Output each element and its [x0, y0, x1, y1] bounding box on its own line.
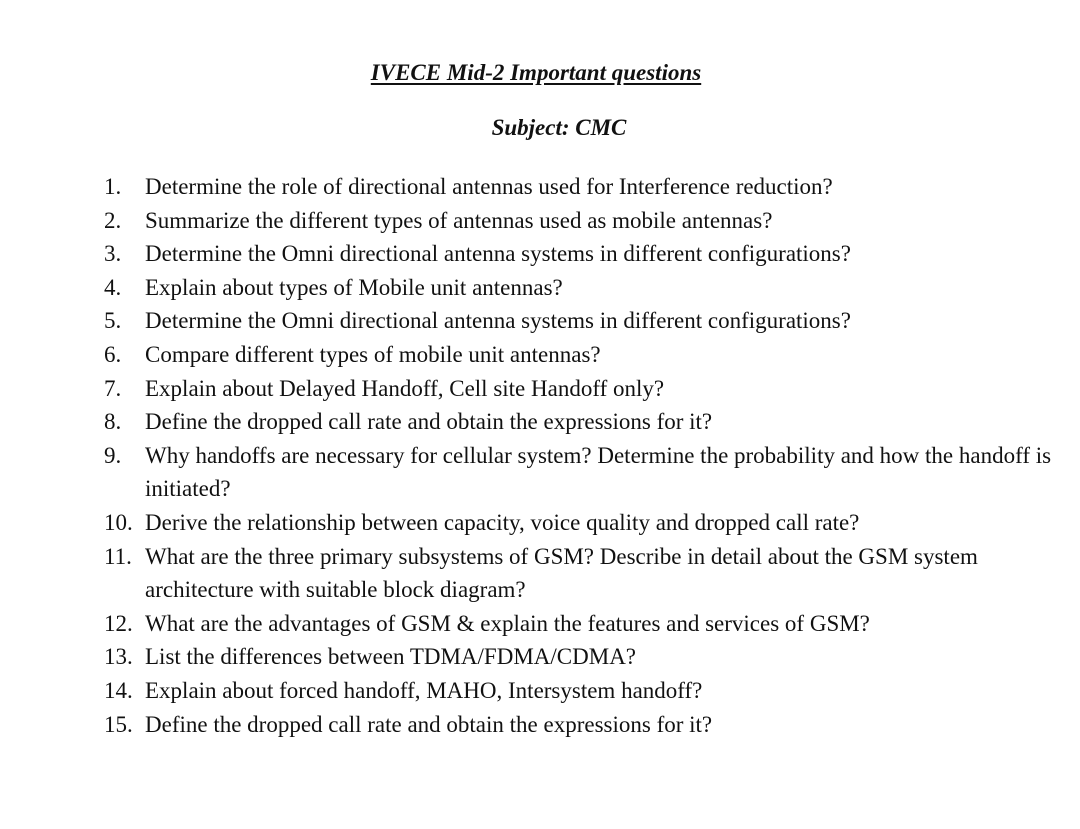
question-text: Determine the role of directional antenn…	[145, 174, 833, 199]
question-number: 15.	[104, 711, 133, 737]
question-item: 5. Determine the Omni directional antenn…	[104, 304, 1054, 338]
question-number: 9.	[104, 442, 122, 468]
question-item: 4. Explain about types of Mobile unit an…	[104, 271, 1054, 305]
question-text: Explain about types of Mobile unit anten…	[145, 274, 563, 300]
question-text: What are the advantages of GSM & explain…	[145, 610, 870, 636]
question-list: 1. Determine the role of directional ant…	[104, 170, 1054, 741]
question-text: Why handoffs are necessary for cellular …	[145, 442, 1052, 502]
question-number: 6.	[104, 341, 122, 367]
question-item: 10. Derive the relationship between capa…	[104, 506, 1054, 540]
question-text: Summarize the different types of antenna…	[145, 207, 773, 233]
question-text: List the differences between TDMA/FDMA/C…	[145, 644, 637, 670]
question-item: 6. Compare different types of mobile uni…	[104, 338, 1054, 372]
document-subject: Subject: CMC	[491, 115, 627, 140]
question-number: 3.	[104, 241, 122, 267]
question-item: 14. Explain about forced handoff, MAHO, …	[104, 674, 1054, 708]
question-number: 2.	[104, 207, 122, 233]
question-text: Determine the Omni directional antenna s…	[145, 241, 851, 267]
question-item: 13. List the differences between TDMA/FD…	[104, 640, 1054, 674]
question-text: Derive the relationship between capacity…	[145, 509, 860, 535]
question-item: 9. Why handoffs are necessary for cellul…	[104, 439, 1054, 506]
document-title: IVECE Mid-2 Important questions	[370, 60, 702, 85]
question-text: Explain about forced handoff, MAHO, Inte…	[145, 677, 703, 703]
question-number: 12.	[104, 610, 133, 636]
question-item: 15. Define the dropped call rate and obt…	[104, 708, 1054, 742]
question-number: 11.	[104, 543, 132, 569]
question-number: 1.	[104, 174, 122, 199]
question-text: Define the dropped call rate and obtain …	[145, 409, 713, 435]
question-text: What are the three primary subsystems of…	[145, 543, 978, 603]
question-text: Explain about Delayed Handoff, Cell site…	[145, 375, 665, 401]
document-page: IVECE Mid-2 Important questions Subject:…	[0, 0, 1080, 829]
question-item: 8. Define the dropped call rate and obta…	[104, 405, 1054, 439]
question-item: 7. Explain about Delayed Handoff, Cell s…	[104, 372, 1054, 406]
question-text: Compare different types of mobile unit a…	[145, 341, 601, 367]
question-text: Define the dropped call rate and obtain …	[145, 711, 713, 737]
question-item: 12. What are the advantages of GSM & exp…	[104, 607, 1054, 641]
question-number: 10.	[104, 509, 133, 535]
question-number: 8.	[104, 409, 122, 435]
question-number: 7.	[104, 375, 122, 401]
question-number: 13.	[104, 644, 133, 670]
question-item: 3. Determine the Omni directional antenn…	[104, 237, 1054, 271]
question-number: 4.	[104, 274, 122, 300]
question-item: 11. What are the three primary subsystem…	[104, 540, 1054, 607]
question-item: 2. Summarize the different types of ante…	[104, 204, 1054, 238]
question-text: Determine the Omni directional antenna s…	[145, 308, 851, 334]
question-item: 1. Determine the role of directional ant…	[104, 170, 1054, 204]
question-number: 14.	[104, 677, 133, 703]
question-number: 5.	[104, 308, 122, 334]
